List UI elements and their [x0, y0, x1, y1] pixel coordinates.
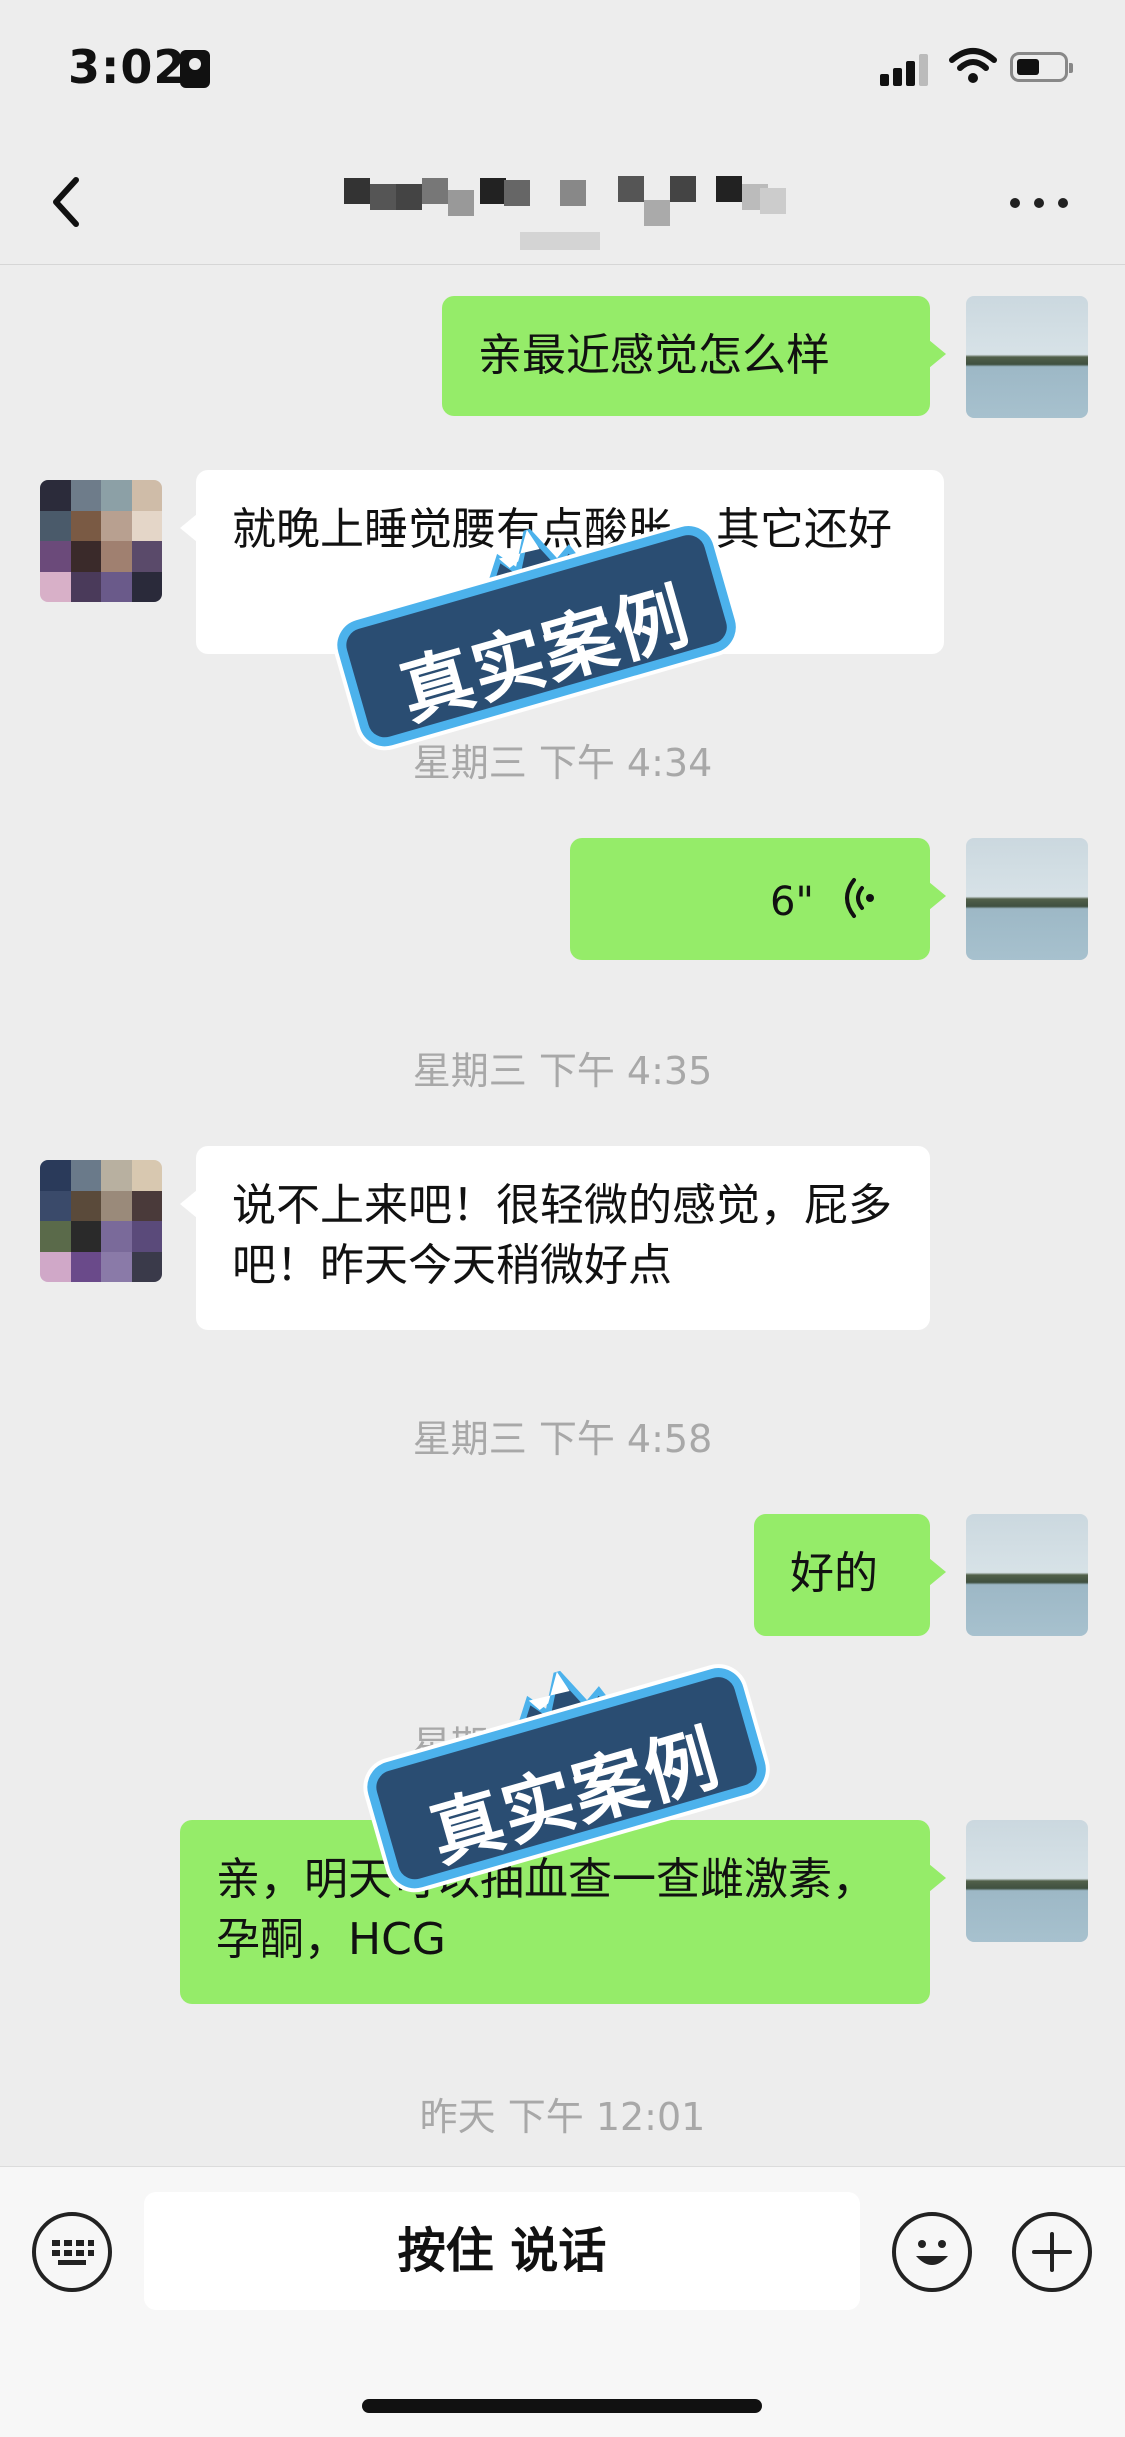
contact-avatar[interactable] — [40, 1160, 162, 1282]
message-bubble-contact[interactable]: 就晚上睡觉腰有点酸胀，其它还好 — [180, 470, 944, 654]
keyboard-icon[interactable] — [32, 2212, 112, 2292]
my-avatar[interactable] — [966, 838, 1088, 960]
my-avatar[interactable] — [966, 1514, 1088, 1636]
voice-wave-icon — [845, 878, 874, 918]
battery-icon — [1010, 52, 1073, 82]
contact-card-icon — [180, 50, 210, 88]
chat-title-blurred — [340, 166, 800, 256]
message-bubble-mine[interactable]: 好的 — [754, 1514, 946, 1636]
voice-duration: 6" — [770, 879, 814, 925]
home-indicator — [362, 2399, 762, 2413]
timestamp: 星期三 下午 4:58 — [412, 1417, 713, 1461]
timestamp: 星期三 下午 4:34 — [412, 741, 713, 785]
message-bubble-mine[interactable]: 亲，明天可以抽血查一查雌激素，孕酮，HCG — [180, 1820, 946, 2004]
hold-to-talk-button[interactable]: 按住 说话 — [144, 2192, 860, 2310]
chat-header — [0, 140, 1125, 265]
message-bubble-contact[interactable]: 说不上来吧！很轻微的感觉，屁多吧！昨天今天稍微好点 — [180, 1146, 930, 1330]
plus-icon[interactable] — [1012, 2212, 1092, 2292]
emoji-icon[interactable] — [892, 2212, 972, 2292]
back-chevron-icon[interactable] — [40, 170, 96, 234]
contact-avatar[interactable] — [40, 480, 162, 602]
wifi-icon — [949, 48, 997, 83]
input-bar: 按住 说话 — [0, 2166, 1125, 2437]
timestamp: 星期三 下午 4:35 — [412, 1049, 713, 1093]
my-avatar[interactable] — [966, 296, 1088, 418]
status-bar: 3:02 — [0, 0, 1125, 140]
voice-message-bubble[interactable]: 6" — [570, 838, 946, 960]
my-avatar[interactable] — [966, 1820, 1088, 1942]
more-icon[interactable] — [1010, 192, 1070, 212]
message-bubble-mine[interactable]: 亲最近感觉怎么样 — [442, 296, 946, 416]
timestamp: 昨天 下午 12:01 — [419, 2095, 706, 2139]
status-time: 3:02 — [68, 40, 187, 94]
timestamp: 星期三 下午 4:56 — [412, 1723, 713, 1767]
